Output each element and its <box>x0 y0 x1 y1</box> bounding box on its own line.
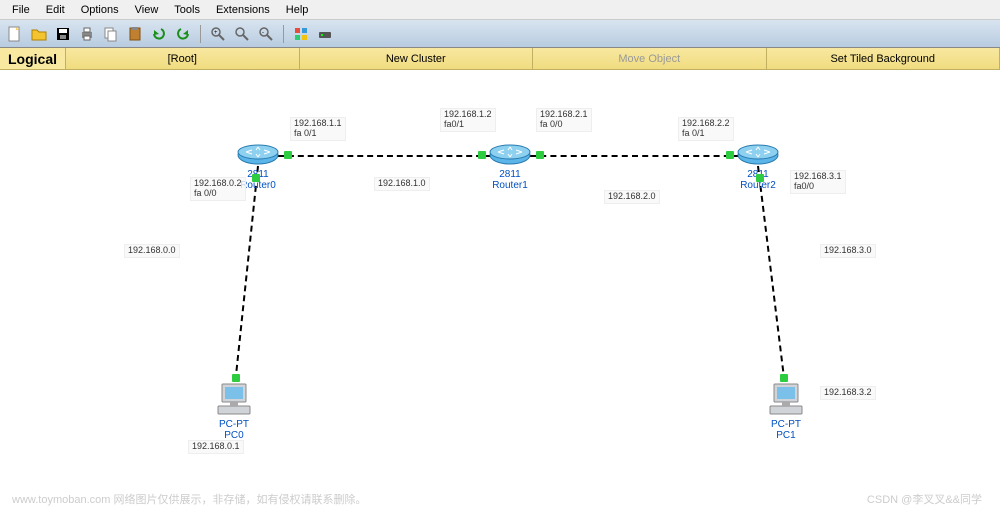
set-tiled-background-button[interactable]: Set Tiled Background <box>767 48 1000 69</box>
device-router2[interactable]: 2811 Router2 <box>736 144 780 191</box>
zoom-reset-icon[interactable] <box>231 23 253 45</box>
device-pc0[interactable]: PC-PT PC0 <box>216 382 252 441</box>
svg-text:+: + <box>214 30 218 36</box>
logical-view-label[interactable]: Logical <box>0 48 66 69</box>
device-name-label: PC1 <box>768 430 804 441</box>
device-router1[interactable]: 2811 Router1 <box>488 144 532 191</box>
menu-bar: File Edit Options View Tools Extensions … <box>0 0 1000 20</box>
network-label: 192.168.0.0 <box>124 244 180 258</box>
network-label: 192.168.1.0 <box>374 177 430 191</box>
toolbar: + - <box>0 20 1000 48</box>
link-status-icon <box>536 151 544 159</box>
link-status-icon <box>232 374 240 382</box>
menu-help[interactable]: Help <box>278 2 317 18</box>
zoom-in-icon[interactable]: + <box>207 23 229 45</box>
link-status-icon <box>780 374 788 382</box>
toolbar-separator <box>200 25 201 43</box>
device-name-label: Router1 <box>488 180 532 191</box>
menu-options[interactable]: Options <box>73 2 127 18</box>
device-model-label: PC-PT <box>768 419 804 430</box>
nav-root[interactable]: [Root] <box>66 48 300 69</box>
zoom-out-icon[interactable]: - <box>255 23 277 45</box>
topology-canvas[interactable]: 2811 Router0 2811 Router1 2811 Router2 P… <box>0 70 1000 515</box>
interface-label: 192.168.2.1 fa 0/0 <box>536 108 592 132</box>
menu-view[interactable]: View <box>127 2 167 18</box>
network-label: 192.168.2.0 <box>604 190 660 204</box>
link-status-icon <box>252 174 260 182</box>
router-icon <box>488 144 532 166</box>
palette-icon[interactable] <box>290 23 312 45</box>
menu-extensions[interactable]: Extensions <box>208 2 278 18</box>
device-model-label: PC-PT <box>216 419 252 430</box>
toolbar-separator <box>283 25 284 43</box>
router-icon <box>236 144 280 166</box>
save-icon[interactable] <box>52 23 74 45</box>
host-ip-label: 192.168.3.2 <box>820 386 876 400</box>
link-r2-pc1[interactable] <box>757 166 787 392</box>
custom-device-icon[interactable] <box>314 23 336 45</box>
menu-file[interactable]: File <box>4 2 38 18</box>
link-status-icon <box>726 151 734 159</box>
open-icon[interactable] <box>28 23 50 45</box>
link-status-icon <box>756 174 764 182</box>
paste-icon[interactable] <box>124 23 146 45</box>
menu-edit[interactable]: Edit <box>38 2 73 18</box>
menu-tools[interactable]: Tools <box>166 2 208 18</box>
device-model-label: 2811 <box>488 169 532 180</box>
svg-text:-: - <box>262 30 264 36</box>
link-status-icon <box>284 151 292 159</box>
undo-icon[interactable] <box>148 23 170 45</box>
watermark-left: www.toymoban.com 网络图片仅供展示，非存储，如有侵权请联系删除。 <box>12 491 366 507</box>
network-label: 192.168.3.0 <box>820 244 876 258</box>
interface-label: 192.168.1.2 fa0/1 <box>440 108 496 132</box>
device-pc1[interactable]: PC-PT PC1 <box>768 382 804 441</box>
watermark-right: CSDN @李叉叉&&同学 <box>867 491 982 507</box>
interface-label: 192.168.3.1 fa0/0 <box>790 170 846 194</box>
link-status-icon <box>478 151 486 159</box>
print-icon[interactable] <box>76 23 98 45</box>
pc-icon <box>216 382 252 416</box>
interface-label: 192.168.1.1 fa 0/1 <box>290 117 346 141</box>
router-icon <box>736 144 780 166</box>
interface-label: 192.168.0.2 fa 0/0 <box>190 177 246 201</box>
host-ip-label: 192.168.0.1 <box>188 440 244 454</box>
link-r0-r1[interactable] <box>278 155 492 157</box>
new-cluster-button[interactable]: New Cluster <box>300 48 534 69</box>
move-object-button: Move Object <box>533 48 767 69</box>
copy-icon[interactable] <box>100 23 122 45</box>
redo-icon[interactable] <box>172 23 194 45</box>
link-r1-r2[interactable] <box>530 155 740 157</box>
interface-label: 192.168.2.2 fa 0/1 <box>678 117 734 141</box>
workspace-bar: Logical [Root] New Cluster Move Object S… <box>0 48 1000 70</box>
pc-icon <box>768 382 804 416</box>
new-icon[interactable] <box>4 23 26 45</box>
